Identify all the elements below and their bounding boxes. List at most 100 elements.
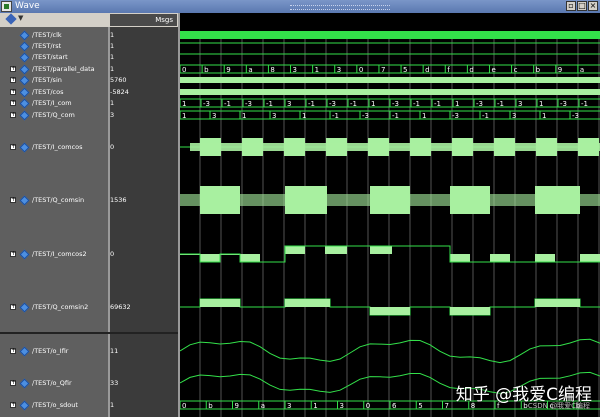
- parallel-data-label: a: [580, 66, 584, 74]
- q-comsin2-segment: [285, 299, 330, 307]
- signal-row[interactable]: + /TEST/o_sdout: [0, 400, 108, 411]
- expand-icon[interactable]: +: [10, 100, 16, 106]
- signal-diamond-icon: [19, 87, 30, 98]
- window-title: Wave: [15, 1, 40, 11]
- expand-icon[interactable]: +: [10, 77, 16, 83]
- parallel-data-label: 0: [359, 66, 363, 74]
- signal-value: 1: [110, 65, 115, 73]
- parallel-data-label: 0: [182, 66, 186, 74]
- waveform-pane[interactable]: 0 b 9 a 8 3 1 3 0 7 5 d f d e c b 9 a1 -3 -1 -3 -1 3 -1 -3 -1 1 -3 -1…: [180, 13, 600, 417]
- i-com-label: -3: [392, 100, 399, 108]
- q-com-label: -3: [362, 112, 369, 120]
- signal-diamond-icon: [19, 75, 30, 86]
- signal-row[interactable]: + /TEST/o_Qfir: [0, 378, 108, 389]
- o-sdout-label: a: [261, 402, 265, 410]
- q-com-label: 1: [242, 112, 246, 120]
- o-sdout-label: 3: [287, 402, 291, 410]
- i-com-label: -3: [476, 100, 483, 108]
- o-sdout-label: 5: [418, 402, 422, 410]
- dock-icon[interactable]: ▫: [566, 1, 576, 11]
- signal-select-dropdown[interactable]: ▼: [5, 13, 23, 26]
- i-com-label: -1: [497, 100, 504, 108]
- i-comcos2-segment: [200, 254, 220, 262]
- signal-row[interactable]: /TEST/rst: [0, 41, 108, 52]
- signal-row[interactable]: /TEST/clk: [0, 30, 108, 41]
- signal-value: 1: [110, 401, 115, 409]
- o-sdout-label: 3: [340, 402, 344, 410]
- i-comcos-band: [526, 143, 568, 151]
- wave-window-icon: [1, 1, 12, 12]
- signal-name: /TEST/I_com: [32, 99, 72, 107]
- q-com-label: 1: [182, 112, 186, 120]
- expand-icon[interactable]: +: [10, 144, 16, 150]
- signal-name: /TEST/sin: [32, 76, 62, 84]
- signal-value: 0: [110, 143, 115, 151]
- value-column-header: Msgs: [110, 14, 177, 26]
- o-sdout-label: 7: [445, 402, 449, 410]
- o-sdout-label: b: [208, 402, 213, 410]
- signal-row[interactable]: + /TEST/I_comcos2: [0, 249, 108, 260]
- q-com-label: 3: [272, 112, 276, 120]
- close-icon[interactable]: ×: [588, 1, 598, 11]
- sin-wave: [180, 77, 600, 83]
- signal-row[interactable]: + /TEST/parallel_data: [0, 64, 108, 75]
- i-com-label: -1: [350, 100, 357, 108]
- signal-name: /TEST/clk: [32, 31, 62, 39]
- signal-diamond-icon: [19, 64, 30, 75]
- expand-icon[interactable]: +: [10, 197, 16, 203]
- i-com-label: -1: [266, 100, 273, 108]
- drag-grip[interactable]: [290, 5, 390, 10]
- i-comcos-band: [400, 143, 442, 151]
- signal-row[interactable]: + /TEST/I_com: [0, 98, 108, 109]
- q-comsin2-segment: [450, 307, 490, 315]
- parallel-data-label: 9: [558, 66, 562, 74]
- diamond-icon: [5, 13, 17, 25]
- expand-icon[interactable]: +: [10, 402, 16, 408]
- i-com-label: 1: [455, 100, 459, 108]
- signal-diamond-icon: [19, 378, 30, 389]
- q-com-label: -3: [572, 112, 579, 120]
- signal-row[interactable]: + /TEST/Q_comsin: [0, 195, 108, 206]
- i-comcos2-segment: [370, 246, 392, 254]
- expand-icon[interactable]: +: [10, 304, 16, 310]
- signal-row[interactable]: + /TEST/o_Ifir: [0, 346, 108, 357]
- parallel-data-label: 8: [270, 66, 274, 74]
- cos-wave: [180, 89, 600, 95]
- signal-row[interactable]: + /TEST/I_comcos: [0, 142, 108, 153]
- signal-row[interactable]: + /TEST/Q_com: [0, 110, 108, 121]
- signal-row[interactable]: + /TEST/sin: [0, 75, 108, 86]
- signal-name-pane: [0, 27, 108, 417]
- i-comcos2-segment: [450, 254, 470, 262]
- window-titlebar[interactable]: Wave ▫ □ ×: [0, 0, 600, 13]
- o-ifir-wave: [180, 338, 600, 364]
- signal-value-pane: [108, 27, 178, 417]
- signal-row[interactable]: + /TEST/Q_comsin2: [0, 302, 108, 313]
- signal-value: 1: [110, 53, 115, 61]
- i-comcos-band: [316, 143, 358, 151]
- signal-name: /TEST/I_comcos: [32, 143, 83, 151]
- i-comcos2-segment: [285, 246, 305, 254]
- signal-diamond-icon: [19, 30, 30, 41]
- pane-divider[interactable]: [0, 332, 178, 334]
- signal-row[interactable]: + /TEST/cos: [0, 87, 108, 98]
- i-com-label: 1: [539, 100, 543, 108]
- maximize-icon[interactable]: □: [577, 1, 587, 11]
- i-com-label: -3: [560, 100, 567, 108]
- i-com-label: -3: [245, 100, 252, 108]
- expand-icon[interactable]: +: [10, 380, 16, 386]
- i-comcos-band: [442, 143, 484, 151]
- i-com-label: -3: [203, 100, 210, 108]
- i-comcos-band: [232, 143, 274, 151]
- signal-row[interactable]: /TEST/start: [0, 52, 108, 63]
- expand-icon[interactable]: +: [10, 348, 16, 354]
- expand-icon[interactable]: +: [10, 66, 16, 72]
- expand-icon[interactable]: +: [10, 112, 16, 118]
- expand-icon[interactable]: +: [10, 89, 16, 95]
- expand-icon[interactable]: +: [10, 251, 16, 257]
- parallel-data-label: d: [425, 66, 429, 74]
- parallel-data-label: c: [514, 66, 518, 74]
- o-sdout-label: 1: [313, 402, 317, 410]
- signal-name: /TEST/cos: [32, 88, 64, 96]
- signal-value: 1: [110, 42, 115, 50]
- clk-wave: [180, 31, 600, 39]
